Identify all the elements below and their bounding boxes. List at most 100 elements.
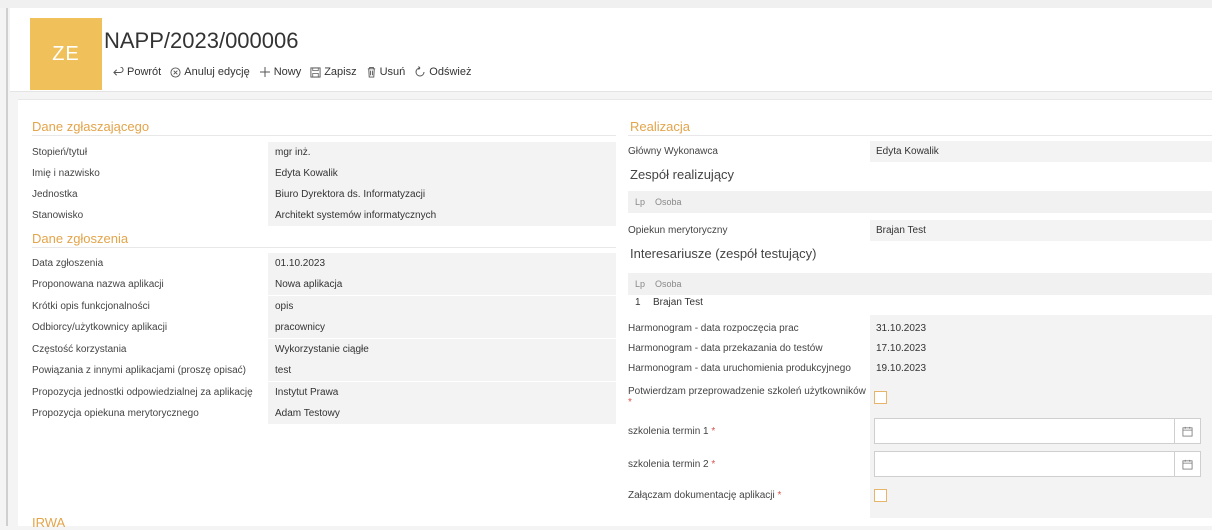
training-date2-input[interactable]	[874, 451, 1201, 477]
field-label: Data zgłoszenia	[32, 258, 104, 269]
schedule-testing-field: Harmonogram - data przekazania do testów…	[628, 338, 1212, 359]
cancel-edit-label: Anuluj edycję	[184, 66, 250, 78]
header: ZE NAPP/2023/000006 Powrót Anuluj edycję…	[10, 8, 1212, 92]
training-date1-calendar-button[interactable]	[1174, 419, 1200, 443]
main-contractor-field: Główny Wykonawca Edyta Kowalik	[628, 141, 1212, 162]
field-value: Edyta Kowalik	[870, 141, 1212, 162]
cancel-edit-button[interactable]: Anuluj edycję	[170, 66, 250, 78]
training-confirm-checkbox[interactable]	[874, 391, 887, 404]
training-date2-label: szkolenia termin 2	[628, 459, 709, 470]
floppy-disk-icon	[310, 66, 321, 78]
new-button[interactable]: Nowy	[259, 66, 302, 78]
refresh-label: Odśwież	[429, 66, 472, 78]
row-lp: 1	[635, 296, 641, 308]
field-label: Harmonogram - data rozpoczęcia prac	[628, 323, 799, 334]
requester-section-rule	[32, 135, 616, 136]
documentation-label: Załączam dokumentację aplikacji	[628, 490, 775, 501]
table-row: 1 Brajan Test	[628, 293, 1212, 311]
page-title: NAPP/2023/000006	[104, 28, 299, 53]
field-value: test	[268, 360, 616, 381]
field-value: Wykorzystanie ciągłe	[268, 339, 616, 360]
training-date1-label: szkolenia termin 1	[628, 426, 709, 437]
bottom-section-title: IRWA	[32, 515, 66, 530]
refresh-button[interactable]: Odśwież	[414, 66, 471, 78]
field-value: 01.10.2023	[268, 253, 616, 274]
column-header-lp: Lp	[635, 279, 646, 289]
required-star: *	[628, 396, 632, 408]
content-supervisor-field: Opiekun merytoryczny Brajan Test	[628, 220, 1212, 241]
field-value: Architekt systemów informatycznych	[268, 205, 616, 226]
column-header-lp: Lp	[635, 197, 646, 207]
new-label: Nowy	[273, 66, 302, 78]
field-label: Powiązania z innymi aplikacjami (proszę …	[32, 365, 246, 376]
request-field-app-name: Proponowana nazwa aplikacji Nowa aplikac…	[32, 274, 616, 295]
field-label: Proponowana nazwa aplikacji	[32, 279, 164, 290]
stakeholders-title: Interesariusze (zespół testujący)	[630, 246, 817, 261]
request-field-date: Data zgłoszenia 01.10.2023	[32, 253, 616, 274]
field-value: Biuro Dyrektora ds. Informatyzacji	[268, 184, 616, 205]
requester-field-unit: Jednostka Biuro Dyrektora ds. Informatyz…	[32, 184, 616, 205]
requester-section-title: Dane zgłaszającego	[32, 119, 150, 134]
required-star: *	[777, 490, 782, 501]
back-arrow-icon	[113, 66, 124, 76]
refresh-icon	[415, 66, 425, 77]
field-label: Harmonogram - data przekazania do testów	[628, 343, 823, 354]
documentation-field: Załączam dokumentację aplikacji *	[628, 485, 1212, 506]
team-table-header: Lp Osoba	[628, 191, 1212, 213]
field-label: Imię i nazwisko	[32, 168, 100, 179]
field-value: 19.10.2023	[870, 358, 1212, 379]
request-section-rule	[32, 247, 616, 248]
field-label: Częstość korzystania	[32, 344, 127, 355]
column-header-person: Osoba	[655, 197, 682, 207]
delete-label: Usuń	[379, 66, 406, 78]
field-label: Stopień/tytuł	[32, 147, 88, 158]
back-label: Powrót	[127, 66, 162, 78]
column-header-person: Osoba	[655, 279, 682, 289]
training-date2-calendar-button[interactable]	[1174, 452, 1200, 476]
field-value: Nowa aplikacja	[268, 274, 616, 295]
back-button[interactable]: Powrót	[113, 66, 161, 78]
field-label: Krótki opis funkcjonalności	[32, 301, 150, 312]
save-label: Zapisz	[324, 66, 357, 78]
request-field-users: Odbiorcy/użytkownicy aplikacji pracownic…	[32, 317, 616, 338]
required-star: *	[711, 426, 716, 437]
field-label: Propozycja jednostki odpowiedzialnej za …	[32, 387, 253, 398]
schedule-production-field: Harmonogram - data uruchomienia produkcy…	[628, 358, 1212, 379]
request-section-title: Dane zgłoszenia	[32, 231, 129, 246]
request-field-relations: Powiązania z innymi aplikacjami (proszę …	[32, 360, 616, 381]
field-label: Propozycja opiekuna merytorycznego	[32, 408, 199, 419]
field-value: mgr inż.	[268, 142, 616, 163]
cancel-circle-icon	[170, 66, 181, 78]
team-title: Zespół realizujący	[630, 167, 735, 182]
training-date1-input[interactable]	[874, 418, 1201, 444]
toolbar: Powrót Anuluj edycję Nowy Zapisz Usuń Od…	[113, 66, 480, 78]
field-label: Harmonogram - data uruchomienia produkcy…	[628, 363, 851, 374]
field-value: Edyta Kowalik	[268, 163, 616, 184]
request-field-frequency: Częstość korzystania Wykorzystanie ciągł…	[32, 339, 616, 360]
training-confirm-field: Potwierdzam przeprowadzenie szkoleń użyt…	[628, 385, 1212, 408]
field-label: Główny Wykonawca	[628, 146, 718, 157]
stakeholders-table-header: Lp Osoba	[628, 273, 1212, 295]
training-confirm-label: Potwierdzam przeprowadzenie szkoleń użyt…	[628, 385, 866, 397]
realization-section-rule	[628, 135, 1212, 136]
left-rail	[6, 8, 8, 526]
avatar: ZE	[30, 18, 102, 90]
field-value: Brajan Test	[870, 220, 1212, 241]
requester-field-position: Stanowisko Architekt systemów informatyc…	[32, 205, 616, 226]
field-label: Stanowisko	[32, 210, 84, 221]
schedule-start-field: Harmonogram - data rozpoczęcia prac 31.1…	[628, 318, 1212, 339]
calendar-icon	[1182, 459, 1193, 469]
request-field-supervisor: Propozycja opiekuna merytorycznego Adam …	[32, 403, 616, 424]
field-value: 17.10.2023	[870, 338, 1212, 359]
row-person: Brajan Test	[653, 296, 703, 308]
save-button[interactable]: Zapisz	[310, 66, 357, 78]
field-label: Odbiorcy/użytkownicy aplikacji	[32, 322, 168, 333]
field-value: Adam Testowy	[268, 403, 616, 424]
calendar-icon	[1182, 426, 1193, 436]
delete-button[interactable]: Usuń	[366, 66, 406, 78]
field-label: Opiekun merytoryczny	[628, 225, 728, 236]
documentation-checkbox[interactable]	[874, 489, 887, 502]
request-field-description: Krótki opis funkcjonalności opis	[32, 296, 616, 317]
required-star: *	[711, 459, 716, 470]
requester-field-title: Stopień/tytuł mgr inż.	[32, 142, 616, 163]
